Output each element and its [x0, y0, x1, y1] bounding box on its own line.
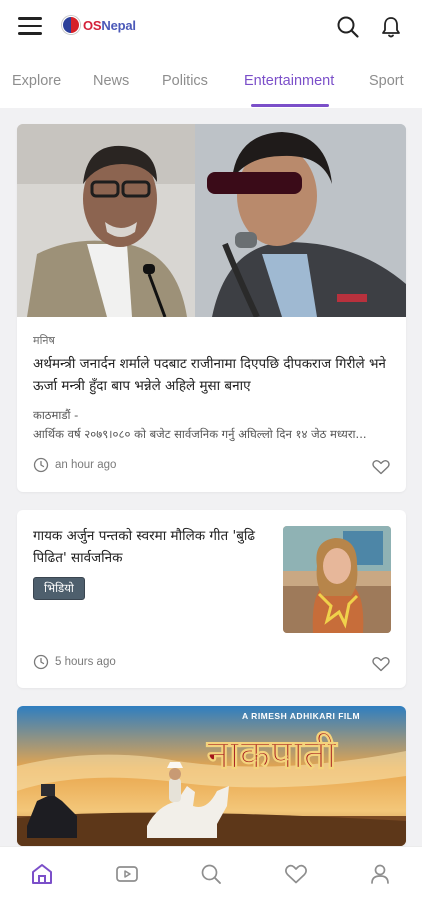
bottom-navigation: [0, 846, 422, 900]
article-title[interactable]: गायक अर्जुन पन्तको स्वरमा मौलिक गीत 'बुढ…: [33, 525, 269, 569]
article-card[interactable]: गायक अर्जुन पन्तको स्वरमा मौलिक गीत 'बुढ…: [17, 510, 406, 688]
heart-icon[interactable]: [372, 459, 390, 475]
tab-explore[interactable]: Explore: [12, 73, 61, 89]
search-icon[interactable]: [335, 14, 361, 40]
video-icon[interactable]: [114, 861, 140, 887]
article-excerpt-text: आर्थिक वर्ष २०७९।०८० को बजेट सार्वजनिक ग…: [33, 427, 367, 441]
article-location: काठमाडौं -: [33, 408, 79, 422]
tab-sport[interactable]: Sport: [369, 73, 404, 89]
article-time: 5 hours ago: [55, 656, 116, 668]
logo-mark-icon: [62, 16, 80, 34]
heart-icon[interactable]: [372, 656, 390, 672]
app-logo[interactable]: OSNepal: [62, 16, 136, 34]
clock-icon: [33, 457, 49, 473]
movie-poster-image: A RIMESH ADHIKARI FILM नाकपाती: [17, 706, 406, 846]
home-icon[interactable]: [29, 861, 55, 887]
search-icon[interactable]: [198, 861, 224, 887]
article-card[interactable]: मनिष अर्थमन्त्री जनार्दन शर्माले पदबाट र…: [17, 124, 406, 492]
top-app-bar: OSNepal: [0, 0, 422, 54]
category-tabs: Explore News Politics Entertainment Spor…: [0, 54, 422, 108]
poster-title: नाकपाती: [206, 731, 338, 778]
poster-credit: A RIMESH ADHIKARI FILM: [242, 711, 360, 721]
profile-icon[interactable]: [367, 861, 393, 887]
heart-icon[interactable]: [283, 861, 309, 887]
tab-news[interactable]: News: [93, 73, 129, 89]
article-hero-image: [17, 124, 406, 317]
tab-politics[interactable]: Politics: [162, 73, 208, 89]
article-card[interactable]: A RIMESH ADHIKARI FILM नाकपाती: [17, 706, 406, 846]
article-excerpt: काठमाडौं - आर्थिक वर्ष २०७९।०८० को बजेट …: [33, 406, 393, 444]
clock-icon: [33, 654, 49, 670]
article-meta: an hour ago: [33, 457, 116, 473]
bell-icon[interactable]: [378, 14, 404, 40]
video-badge: भिडियो: [33, 577, 85, 600]
article-meta: 5 hours ago: [33, 654, 116, 670]
article-time: an hour ago: [55, 459, 117, 471]
article-category: मनिष: [33, 334, 55, 347]
tab-entertainment[interactable]: Entertainment: [244, 73, 334, 89]
article-thumbnail[interactable]: [283, 526, 391, 633]
active-tab-indicator: [251, 104, 329, 107]
menu-icon[interactable]: [18, 17, 42, 37]
logo-text: OSNepal: [83, 17, 136, 33]
article-title[interactable]: अर्थमन्त्री जनार्दन शर्माले पदबाट राजीना…: [33, 353, 393, 397]
